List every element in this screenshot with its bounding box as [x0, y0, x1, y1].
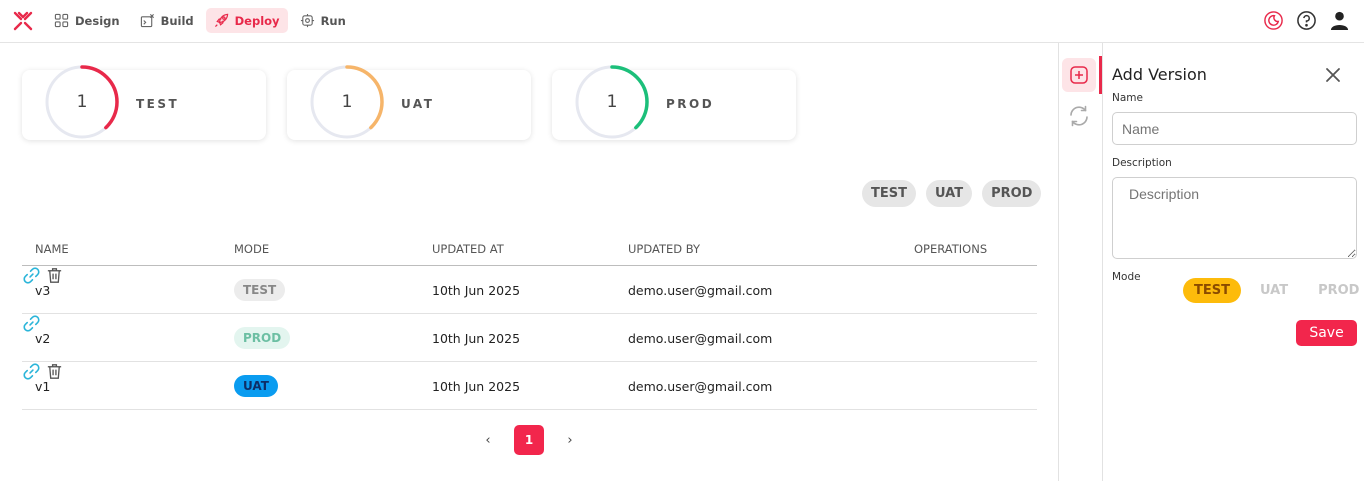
cell-name: v2 — [35, 331, 51, 346]
nav-run[interactable]: Run — [292, 8, 354, 33]
logo-icon[interactable] — [12, 10, 34, 32]
nav-deploy[interactable]: Deploy — [205, 8, 288, 33]
table-row: v3 TEST 10th Jun 2025 demo.user@gmail.co… — [22, 266, 1037, 314]
cell-updated-by: demo.user@gmail.com — [628, 379, 773, 394]
versions-table: NAME MODE UPDATED AT UPDATED BY OPERATIO… — [22, 232, 1037, 410]
env-card-uat[interactable]: 1 UAT — [287, 65, 531, 140]
cell-updated-at: 10th Jun 2025 — [432, 379, 521, 394]
env-card-test[interactable]: 1 TEST — [22, 65, 266, 140]
pagination: ‹ 1 › — [480, 425, 578, 455]
theme-toggle-icon[interactable] — [1263, 10, 1284, 31]
env-label: PROD — [666, 97, 715, 111]
mode-option-uat[interactable]: UAT — [1249, 278, 1299, 303]
description-textarea[interactable] — [1112, 177, 1357, 259]
rocket-icon — [214, 13, 228, 28]
filter-chip-uat[interactable]: UAT — [925, 180, 973, 207]
mode-selector: TEST UAT PROD — [1183, 278, 1364, 303]
nav-build[interactable]: Build — [132, 8, 202, 33]
header-updated-by: UPDATED BY — [628, 242, 701, 256]
cell-updated-by: demo.user@gmail.com — [628, 283, 773, 298]
save-button[interactable]: Save — [1296, 320, 1357, 346]
mode-label: Mode — [1112, 271, 1141, 283]
env-count: 1 — [76, 92, 88, 112]
main-nav: Design Build Deploy Run — [46, 8, 354, 33]
header-mode: MODE — [234, 242, 270, 256]
env-count: 1 — [606, 92, 618, 112]
cell-name: v3 — [35, 283, 51, 298]
mode-badge: TEST — [234, 279, 286, 301]
table-row: v1 UAT 10th Jun 2025 demo.user@gmail.com — [22, 362, 1037, 410]
cell-name: v1 — [35, 379, 51, 394]
mode-option-prod[interactable]: PROD — [1307, 278, 1364, 303]
env-count: 1 — [341, 92, 353, 112]
help-icon[interactable] — [1296, 10, 1317, 31]
top-bar: Design Build Deploy Run — [0, 0, 1364, 43]
cog-run-icon — [300, 13, 314, 28]
close-icon[interactable] — [1323, 65, 1343, 85]
nav-design[interactable]: Design — [46, 8, 128, 33]
mode-option-test[interactable]: TEST — [1183, 278, 1241, 303]
header-updated-at: UPDATED AT — [432, 242, 504, 256]
mode-filters: TEST UAT PROD — [862, 180, 1042, 207]
env-card-prod[interactable]: 1 PROD — [552, 65, 796, 140]
page-button-current[interactable]: 1 — [514, 425, 544, 455]
user-avatar-icon[interactable] — [1329, 10, 1350, 31]
nav-deploy-label: Deploy — [234, 13, 280, 28]
nav-design-label: Design — [75, 13, 120, 28]
add-version-button[interactable] — [1062, 58, 1096, 92]
cell-updated-by: demo.user@gmail.com — [628, 331, 773, 346]
build-icon — [140, 14, 154, 28]
nav-run-label: Run — [320, 13, 346, 28]
add-version-panel: Add Version Name Description Mode TEST U… — [1103, 43, 1364, 481]
cell-updated-at: 10th Jun 2025 — [432, 283, 521, 298]
name-input[interactable] — [1112, 112, 1357, 145]
filter-chip-test[interactable]: TEST — [862, 180, 916, 207]
table-header: NAME MODE UPDATED AT UPDATED BY OPERATIO… — [22, 232, 1037, 266]
table-row: v2 PROD 10th Jun 2025 demo.user@gmail.co… — [22, 314, 1037, 362]
name-label: Name — [1112, 92, 1143, 104]
mode-badge: UAT — [234, 375, 278, 397]
cell-updated-at: 10th Jun 2025 — [432, 331, 521, 346]
header-operations: OPERATIONS — [914, 242, 988, 256]
plus-square-icon — [1070, 66, 1088, 84]
panel-divider — [1058, 43, 1059, 481]
refresh-button[interactable] — [1062, 99, 1096, 133]
grid-icon — [54, 13, 69, 28]
env-label: TEST — [136, 97, 180, 111]
env-label: UAT — [401, 97, 435, 111]
filter-chip-prod[interactable]: PROD — [982, 180, 1042, 207]
refresh-icon — [1070, 105, 1088, 127]
nav-build-label: Build — [160, 13, 194, 28]
top-right-actions — [1263, 10, 1350, 31]
mode-badge: PROD — [234, 327, 291, 349]
next-page-button[interactable]: › — [562, 433, 578, 448]
panel-title: Add Version — [1112, 65, 1207, 84]
header-name: NAME — [35, 242, 69, 256]
prev-page-button[interactable]: ‹ — [480, 433, 496, 448]
description-label: Description — [1112, 157, 1172, 169]
